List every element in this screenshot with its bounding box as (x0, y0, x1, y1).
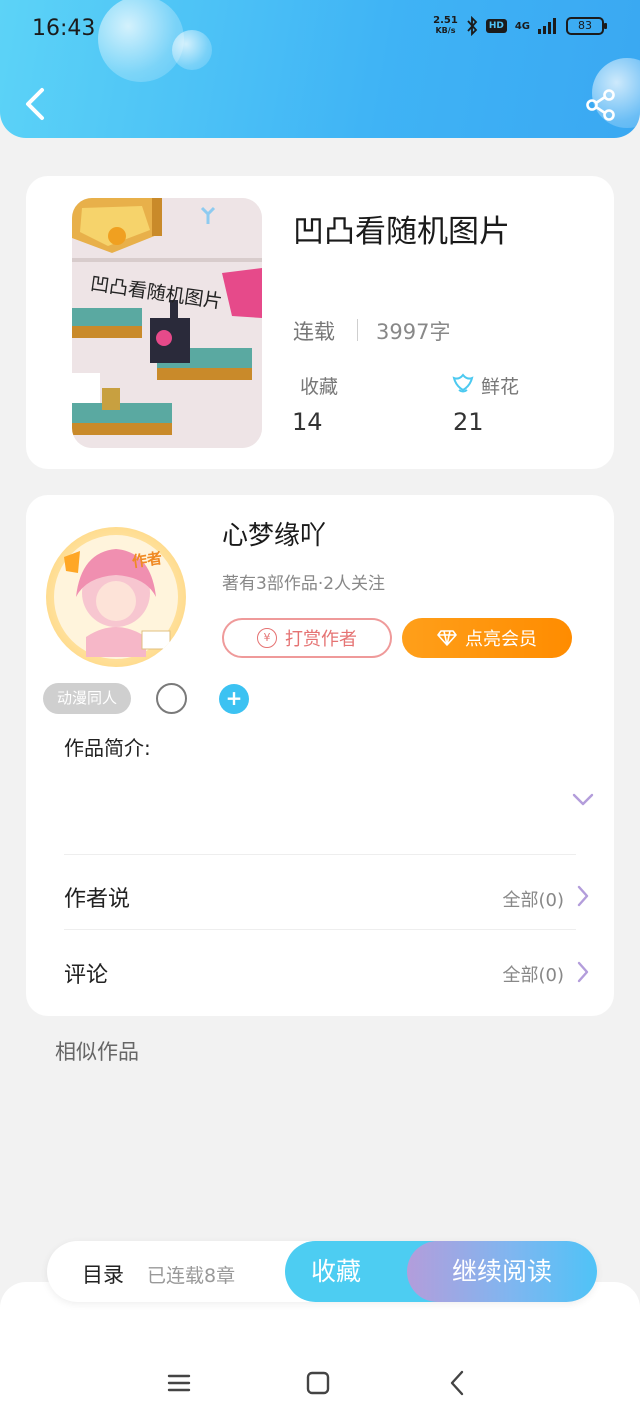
toc-button[interactable]: 目录 (82, 1259, 124, 1289)
similar-works-label: 相似作品 (55, 1040, 139, 1064)
network-speed: 2.51 KB/s (433, 15, 458, 36)
back-icon[interactable] (20, 84, 56, 124)
author-avatar[interactable]: 作者 (46, 527, 186, 667)
continue-reading-button[interactable]: 继续阅读 (407, 1241, 597, 1302)
action-bar: 目录 已连载8章 收藏 继续阅读 (47, 1241, 597, 1302)
divider (64, 929, 576, 930)
header: 16:43 2.51 KB/s HD 4G 83 (0, 0, 640, 138)
hd-badge: HD (485, 19, 507, 33)
chevron-right-icon[interactable] (576, 960, 590, 984)
bottom-sheet (0, 1282, 640, 1423)
book-title: 凹凸看随机图片 (293, 214, 510, 250)
author-says-all-link[interactable]: 全部(0) (503, 886, 565, 912)
book-cover[interactable]: 凹凸看随机图片 (72, 198, 262, 448)
menu-icon[interactable] (165, 1368, 193, 1398)
flower-icon (452, 373, 474, 393)
yen-icon: ¥ (257, 628, 277, 648)
flowers-count: 21 (453, 408, 484, 436)
author-says-label: 作者说 (64, 887, 131, 912)
avatar-illustration (54, 535, 178, 659)
tip-author-label: 打赏作者 (285, 629, 357, 650)
intro-label: 作品简介: (64, 736, 151, 760)
decorative-bubble (172, 30, 212, 70)
cover-illustration (72, 198, 262, 448)
add-tag-button[interactable]: + (219, 684, 249, 714)
author-badge: 作者 (130, 548, 164, 571)
chapter-count: 已连载8章 (147, 1265, 236, 1287)
signal-label: 4G (514, 20, 530, 32)
book-status: 连载 (293, 320, 335, 344)
chevron-right-icon[interactable] (576, 884, 590, 908)
genre-tag[interactable]: 动漫同人 (43, 683, 132, 714)
signal-icon (538, 18, 556, 34)
comments-label: 评论 (64, 963, 109, 988)
comments-all-link[interactable]: 全部(0) (503, 961, 565, 987)
author-meta: 著有3部作品·2人关注 (222, 574, 386, 594)
book-info-card: 凹凸看随机图片 凹凸看随机图片 连载 3997字 收藏 14 鲜花 21 (26, 176, 614, 469)
favorites-count: 14 (292, 408, 323, 436)
vip-label: 点亮会员 (465, 629, 537, 650)
author-name: 心梦缘吖 (222, 521, 327, 551)
battery-icon: 83 (566, 17, 607, 35)
nav-back-icon[interactable] (444, 1368, 472, 1398)
author-card: 作者 心梦缘吖 著有3部作品·2人关注 ¥ 打赏作者 点亮会员 动漫同人 + 作… (26, 495, 614, 1016)
share-icon[interactable] (584, 88, 618, 122)
chevron-down-icon[interactable] (572, 793, 594, 807)
status-icons: 2.51 KB/s HD 4G 83 (433, 15, 607, 36)
divider (64, 854, 576, 855)
tip-author-button[interactable]: ¥ 打赏作者 (222, 618, 392, 658)
flowers-label: 鲜花 (481, 376, 520, 398)
status-divider (357, 319, 358, 341)
word-count: 3997字 (376, 320, 451, 344)
decorative-bubble (98, 0, 184, 82)
favorites-label: 收藏 (300, 376, 339, 398)
diamond-icon (437, 630, 457, 646)
bluetooth-icon (467, 16, 478, 36)
home-icon[interactable] (304, 1368, 332, 1398)
status-time: 16:43 (32, 16, 96, 41)
vip-button[interactable]: 点亮会员 (402, 618, 572, 658)
empty-tag-circle[interactable] (156, 683, 187, 714)
